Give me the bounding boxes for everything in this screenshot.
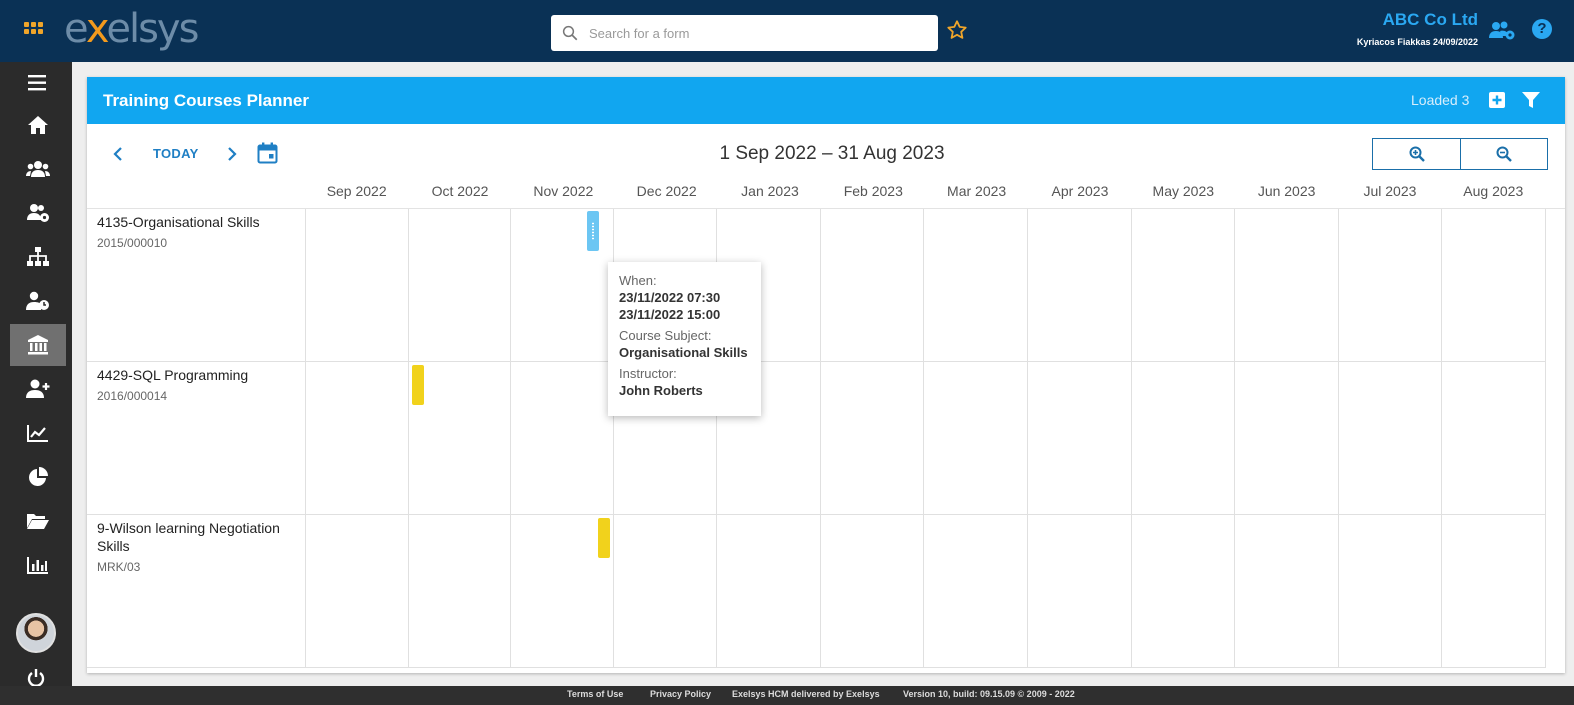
month-label: Jan 2023: [741, 183, 799, 199]
delivered-by-text: Exelsys HCM delivered by Exelsys: [732, 689, 880, 699]
zoom-controls: [1372, 138, 1548, 170]
tooltip-when-label: When:: [619, 273, 657, 288]
calendar-icon[interactable]: [257, 142, 278, 169]
course-code: 2016/000014: [97, 389, 168, 403]
month-label: Dec 2022: [636, 183, 697, 199]
menu-icon[interactable]: [10, 62, 66, 104]
date-range: 1 Sep 2022 – 31 Aug 2023: [719, 143, 945, 164]
month-label: Apr 2023: [1051, 183, 1109, 199]
filter-icon[interactable]: [1521, 90, 1541, 115]
planner-header: Training Courses Planner Loaded 3: [87, 77, 1565, 124]
top-bar: exelsys ABC Co Ltd Kyriacos Fiakkas 24/0…: [0, 0, 1574, 62]
privacy-link[interactable]: Privacy Policy: [650, 689, 711, 699]
apps-grid-icon[interactable]: [24, 22, 44, 40]
course-code: MRK/03: [97, 560, 141, 574]
org-chart-icon[interactable]: [10, 236, 66, 278]
today-button[interactable]: TODAY: [153, 146, 199, 161]
tooltip-subject: Organisational Skills: [619, 345, 748, 360]
course-title[interactable]: 4135-Organisational Skills: [97, 213, 297, 231]
institution-icon[interactable]: [10, 324, 66, 366]
people-icon[interactable]: [10, 148, 66, 190]
search-icon: [562, 25, 578, 41]
user-avatar[interactable]: [16, 613, 56, 653]
month-header: Sep 2022 Oct 2022 Nov 2022 Dec 2022 Jan …: [305, 183, 1545, 209]
footer: Terms of Use Privacy Policy Exelsys HCM …: [0, 686, 1574, 705]
course-row: 4135-Organisational Skills 2015/000010: [87, 209, 1546, 362]
people-settings-icon[interactable]: [10, 192, 66, 234]
course-event-sql-programming[interactable]: [412, 365, 424, 405]
form-search: [551, 15, 938, 51]
course-code: 2015/000010: [97, 236, 168, 250]
tooltip-instructor: John Roberts: [619, 383, 703, 398]
add-person-icon[interactable]: [10, 368, 66, 410]
zoom-out-icon: [1496, 146, 1512, 162]
previous-period-icon[interactable]: [111, 145, 125, 168]
favorite-star-icon[interactable]: [946, 19, 968, 46]
tooltip-start: 23/11/2022 07:30: [619, 290, 721, 305]
help-icon[interactable]: ?: [1532, 19, 1552, 39]
zoom-in-icon: [1409, 146, 1425, 162]
trend-chart-icon[interactable]: [10, 412, 66, 454]
tooltip-instructor-label: Instructor:: [619, 366, 677, 381]
home-icon[interactable]: [10, 104, 66, 146]
course-title[interactable]: 9-Wilson learning Negotiation Skills: [97, 519, 297, 555]
course-event-negotiation-skills[interactable]: [598, 518, 610, 558]
tooltip-subject-label: Course Subject:: [619, 328, 712, 343]
course-event-organisational-skills[interactable]: [587, 211, 599, 251]
zoom-out-button[interactable]: [1460, 139, 1547, 169]
zoom-in-button[interactable]: [1373, 139, 1460, 169]
sidebar: [0, 62, 72, 687]
course-row: 4429-SQL Programming 2016/000014: [87, 362, 1546, 515]
course-title[interactable]: 4429-SQL Programming: [97, 366, 297, 384]
month-label: Feb 2023: [843, 183, 903, 199]
users-settings-icon[interactable]: [1488, 20, 1516, 47]
month-label: Mar 2023: [947, 183, 1007, 199]
month-label: May 2023: [1152, 183, 1215, 199]
bar-chart-icon[interactable]: [10, 544, 66, 586]
person-clock-icon[interactable]: [10, 280, 66, 322]
company-name[interactable]: ABC Co Ltd: [1383, 10, 1478, 30]
month-label: Jul 2023: [1363, 183, 1417, 199]
tooltip-end: 23/11/2022 15:00: [619, 307, 721, 322]
month-label: Nov 2022: [533, 183, 594, 199]
course-row: 9-Wilson learning Negotiation Skills MRK…: [87, 515, 1546, 668]
month-label: Sep 2022: [326, 183, 387, 199]
folder-open-icon[interactable]: [10, 500, 66, 542]
month-label: Aug 2023: [1463, 183, 1524, 199]
month-label: Jun 2023: [1257, 183, 1316, 199]
next-period-icon[interactable]: [225, 145, 239, 168]
version-text: Version 10, build: 09.15.09 © 2009 - 202…: [903, 689, 1075, 699]
event-tooltip: When: 23/11/2022 07:30 23/11/2022 15:00 …: [608, 262, 761, 416]
loaded-count: Loaded 3: [1411, 92, 1470, 108]
search-input[interactable]: [589, 15, 929, 51]
terms-link[interactable]: Terms of Use: [567, 689, 623, 699]
training-planner-card: Training Courses Planner Loaded 3 TODAY …: [87, 77, 1565, 673]
drag-handle-icon[interactable]: [591, 222, 595, 240]
month-label: Oct 2022: [431, 183, 489, 199]
user-info: Kyriacos Fiakkas 24/09/2022: [1356, 37, 1478, 47]
add-box-icon[interactable]: [1488, 91, 1506, 114]
page-title: Training Courses Planner: [103, 91, 309, 110]
exelsys-logo[interactable]: exelsys: [64, 6, 199, 52]
pie-chart-icon[interactable]: [10, 456, 66, 498]
